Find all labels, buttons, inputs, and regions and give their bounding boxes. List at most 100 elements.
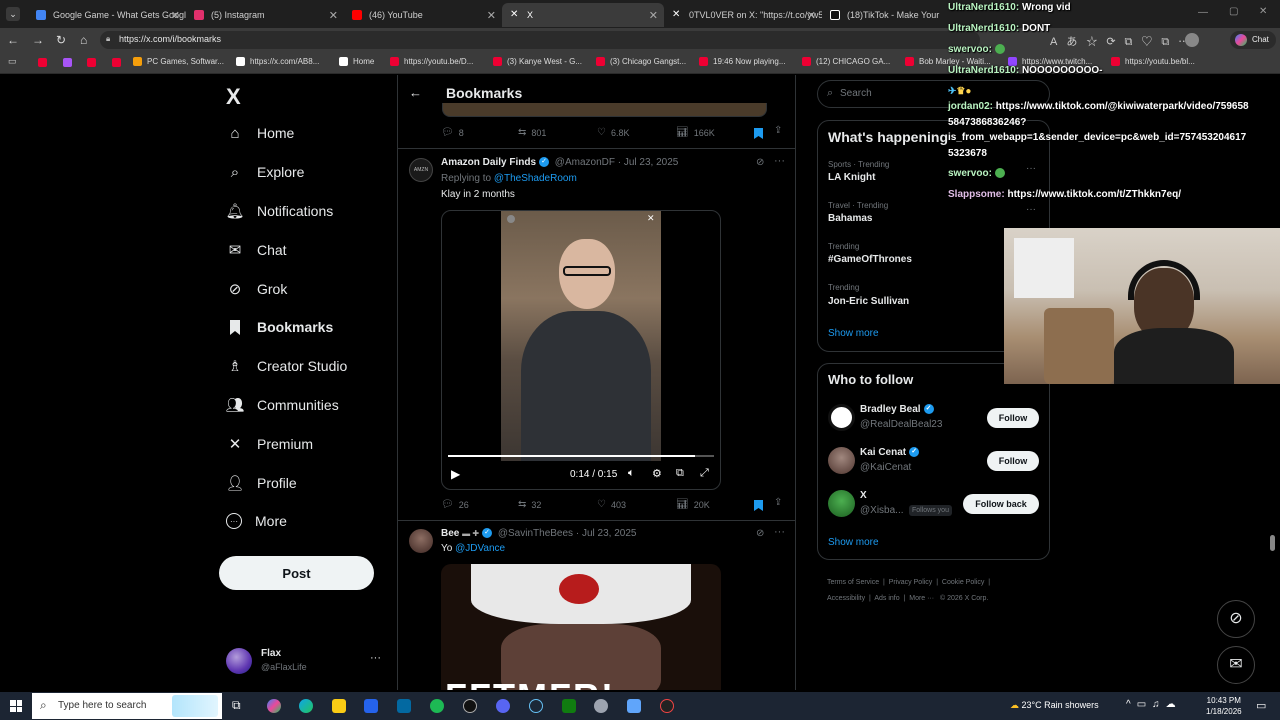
clock[interactable]: 10:43 PM 1/18/2026 [1206,695,1242,717]
system-tray-icons[interactable]: ^▭♫☁ [1126,699,1182,710]
reply-action[interactable]: 💬︎ 8 [441,127,464,138]
show-more-link[interactable]: Show more [828,328,879,339]
tab-close-icon[interactable]: ✕ [329,9,338,22]
tweet-more-icon[interactable]: ··· [774,155,785,167]
window-minimize-icon[interactable]: — [1198,7,1208,18]
app-icon[interactable] [463,699,477,713]
footer-link[interactable]: Cookie Policy [942,579,984,586]
sidebar-item-notifications[interactable]: 🔔︎ Notifications [225,202,333,220]
author-name[interactable]: Bee [441,528,459,539]
sidebar-item-home[interactable]: ⌂ Home [226,124,294,142]
like-action[interactable]: ♡ 6.8K [597,127,629,138]
discord-icon[interactable] [496,699,510,713]
x-logo-icon[interactable]: X [226,84,241,110]
pip-icon[interactable]: ⧉ [676,467,684,480]
refresh-icon[interactable]: ↻ [56,33,66,47]
sidebar-item-more[interactable]: ··· More [226,513,287,529]
footer-link[interactable]: Ads info [874,595,899,602]
obs-icon[interactable] [660,699,674,713]
forward-icon[interactable]: → [32,33,44,47]
avatar[interactable] [409,529,433,553]
steam-icon[interactable] [529,699,543,713]
sidebar-item-communities[interactable]: 👥︎ Communities [225,396,338,414]
bookmark-favicon-icon[interactable] [38,58,47,67]
trend-more-icon[interactable]: ··· [1026,163,1036,174]
avatar[interactable] [828,404,855,431]
home-browser-icon[interactable]: ⌂ [80,33,87,47]
author-name[interactable]: Amazon Daily Finds [441,157,536,168]
browser-extensions-icons[interactable]: Aあ☆⟳⧉♡⧉⋯ [1050,33,1198,49]
grok-tweet-icon[interactable]: ⊘ [756,528,764,539]
bookmark-item[interactable]: PC Games, Softwar... [133,57,224,66]
video-progress-track[interactable] [448,455,714,457]
author-handle[interactable]: @AmazonDF [555,157,615,168]
views-action[interactable]: 📊︎ 166K [676,127,715,138]
bookmarked-icon[interactable] [754,126,763,144]
bookmark-item[interactable]: (3) Kanye West - G... [493,57,582,66]
follow-name[interactable]: Bradley Beal ✓ [860,404,934,415]
trend-name[interactable]: Bahamas [828,213,872,224]
footer-link[interactable]: Accessibility [827,595,865,602]
bookmark-item[interactable]: https://x.com/AB8... [236,57,319,66]
sidebar-item-creator-studio[interactable]: ♗ Creator Studio [226,357,347,375]
post-button[interactable]: Post [219,556,374,590]
tweet-image[interactable]: FFTMFR! [441,564,721,690]
sidebar-item-chat[interactable]: ✉ Chat [226,241,287,259]
app-icon[interactable] [594,699,608,713]
avatar[interactable]: AMZN [409,158,433,182]
browser-tab[interactable]: (46) YouTube ✕ [344,3,502,27]
grok-floating-button[interactable]: ⊘ [1217,600,1255,638]
avatar[interactable] [828,490,855,517]
footer-link[interactable]: Privacy Policy [889,579,933,586]
spotify-icon[interactable] [430,699,444,713]
reading-list-icon[interactable]: ▭ [8,56,17,67]
bookmark-item[interactable]: Home [339,57,374,66]
copilot-chat-button[interactable]: Chat [1230,31,1276,49]
video-player[interactable]: ✕ ▶ 0:14 / 0:15 🔈︎ ⚙ ⧉ ⤢ [441,210,721,490]
sidebar-item-profile[interactable]: 👤︎ Profile [225,474,296,492]
views-action[interactable]: 📊︎ 20K [676,499,710,510]
store-icon[interactable] [364,699,378,713]
taskbar-search-input[interactable]: ⌕ Type here to search [32,693,222,719]
outlook-icon[interactable] [397,699,411,713]
tab-close-icon[interactable]: ✕ [487,9,496,22]
follow-name[interactable]: Kai Cenat ✓ [860,447,920,458]
tab-close-icon[interactable]: ✕ [171,9,180,22]
account-more-icon[interactable]: ··· [370,652,381,664]
grok-tweet-icon[interactable]: ⊘ [756,157,764,168]
like-action[interactable]: ♡ 403 [597,499,626,510]
sidebar-item-bookmarks[interactable]: Bookmarks [226,318,333,336]
trend-name[interactable]: LA Knight [828,172,875,183]
tweet-more-icon[interactable]: ··· [774,526,785,538]
account-switcher[interactable]: Flax @aFlaxLife ··· [226,646,386,678]
window-maximize-icon[interactable]: ▢ [1229,6,1238,17]
back-icon[interactable]: ← [7,33,19,47]
url-input[interactable]: 🔒︎ https://x.com/i/bookmarks [100,31,980,49]
browser-tab-active[interactable]: ✕ X ✕ [502,3,664,27]
trend-name[interactable]: Jon-Eric Sullivan [828,296,909,307]
sidebar-item-explore[interactable]: ⌕ Explore [226,163,305,181]
browser-tab[interactable]: (18)TikTok - Make Your Day [822,3,942,27]
footer-link[interactable]: Terms of Service [827,579,879,586]
repost-action[interactable]: ⇆ 801 [518,127,546,138]
weather-widget[interactable]: ☁ 23°C Rain showers [1010,700,1099,711]
file-explorer-icon[interactable] [332,699,346,713]
bookmark-item[interactable]: (12) CHICAGO GA... [802,57,890,66]
share-icon[interactable]: ⇪ [774,497,782,508]
follow-button[interactable]: Follow [987,408,1039,428]
share-icon[interactable]: ⇪ [774,125,782,136]
volume-icon[interactable]: 🔈︎ [628,467,635,480]
copilot-taskbar-icon[interactable] [267,699,281,713]
trend-name[interactable]: #GameOfThrones [828,254,912,265]
back-arrow-icon[interactable]: ← [409,85,422,100]
mention-link[interactable]: @JDVance [455,543,505,554]
sidebar-item-grok[interactable]: ⊘ Grok [226,280,288,298]
fullscreen-icon[interactable]: ⤢ [700,467,709,480]
browser-tab[interactable]: (5) Instagram ✕ [186,3,344,27]
tweet-date[interactable]: · Jul 23, 2025 [618,157,679,168]
author-handle[interactable]: @SavinTheBees [498,528,573,539]
page-scrollbar[interactable] [1270,535,1275,551]
bookmark-item[interactable]: 19:46 Now playing... [699,57,786,66]
settings-icon[interactable]: ⚙ [652,467,662,480]
window-close-icon[interactable]: ✕ [1259,6,1267,17]
